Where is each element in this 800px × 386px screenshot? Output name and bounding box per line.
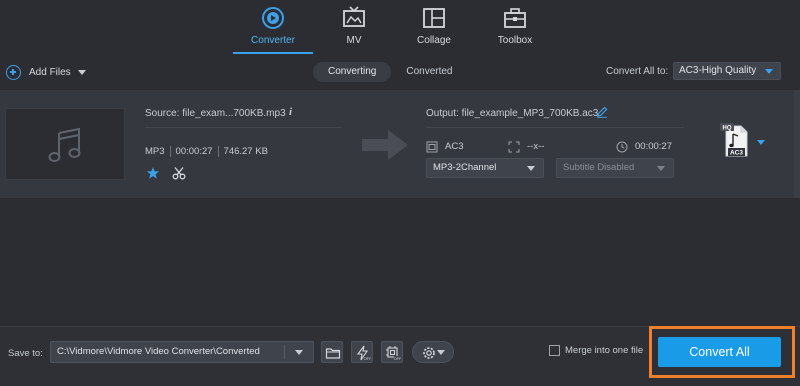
lightning-off-icon: OFF <box>356 345 371 361</box>
clock-icon <box>616 141 628 153</box>
folder-icon <box>325 348 341 359</box>
toolbar: Add Files Converting Converted Convert A… <box>0 56 800 88</box>
converter-icon <box>262 7 284 29</box>
divider <box>145 127 341 128</box>
settings-button[interactable] <box>412 341 454 363</box>
merge-checkbox[interactable]: Merge into one file <box>549 345 643 356</box>
chevron-down-icon <box>527 166 535 171</box>
active-tab-indicator <box>233 52 313 54</box>
source-size: 746.27 KB <box>223 146 268 157</box>
tab-label: MV <box>346 35 362 46</box>
enhance-icon[interactable] <box>146 166 160 180</box>
cpu-off-icon: OFF <box>386 346 401 361</box>
svg-text:OFF: OFF <box>394 357 401 361</box>
source-format: MP3 <box>145 146 165 157</box>
source-meta: MP3 00:00:27 746.27 KB <box>145 146 268 157</box>
divider <box>284 345 285 359</box>
source-duration: 00:00:27 <box>175 146 213 157</box>
merge-label: Merge into one file <box>565 345 644 356</box>
tab-mv[interactable]: MV <box>314 0 394 56</box>
output-format-value: AC3-High Quality <box>679 65 757 76</box>
tab-converted[interactable]: Converted <box>391 62 467 82</box>
music-note-icon <box>48 127 81 162</box>
tab-converter[interactable]: Converter <box>233 0 313 56</box>
resolution-icon <box>508 141 520 153</box>
scissors-icon[interactable] <box>172 166 186 180</box>
convert-all-button[interactable]: Convert All <box>658 337 781 367</box>
save-to-label: Save to: <box>8 348 43 359</box>
chevron-down-icon <box>295 350 303 355</box>
app-window: Converter MV Collage Toolbox Add Files C… <box>0 0 800 386</box>
audio-channel-value: MP3-2Channel <box>433 162 497 173</box>
divider <box>169 146 171 157</box>
edit-icon[interactable] <box>596 106 608 118</box>
divider <box>217 146 219 157</box>
audio-channel-select[interactable]: MP3-2Channel <box>426 158 544 178</box>
tab-label: Collage <box>417 35 451 46</box>
divider <box>426 127 684 128</box>
tab-toolbox[interactable]: Toolbox <box>475 0 555 56</box>
add-files-label: Add Files <box>29 66 71 78</box>
output-filename: Output: file_example_MP3_700KB.ac3 <box>426 108 599 119</box>
tab-label: Converter <box>251 35 295 46</box>
toolbox-icon <box>504 8 526 28</box>
add-files-button[interactable]: Add Files <box>6 64 86 80</box>
output-resolution: --x-- <box>527 141 545 152</box>
file-thumbnail[interactable] <box>5 108 125 180</box>
hq-badge: HQ <box>720 123 734 131</box>
file-item-row: Source: file_exam...700KB.mp3 i MP3 00:0… <box>0 90 800 198</box>
chevron-down-icon <box>657 166 665 171</box>
tv-icon <box>343 6 365 27</box>
subtitle-value: Subtitle Disabled <box>563 162 635 173</box>
convert-all-to-label: Convert All to: <box>606 66 669 77</box>
tab-collage[interactable]: Collage <box>394 0 474 56</box>
open-folder-button[interactable] <box>321 341 343 363</box>
arrow-right-icon <box>362 130 408 160</box>
hq-badge-text: HQ <box>723 125 732 131</box>
tab-label: Toolbox <box>497 35 533 46</box>
subtitle-select[interactable]: Subtitle Disabled <box>556 158 674 178</box>
collage-icon <box>423 8 445 28</box>
file-actions <box>146 166 186 180</box>
chevron-down-icon[interactable] <box>757 140 765 145</box>
gpu-acceleration-button[interactable]: OFF <box>381 341 403 363</box>
chevron-down-icon <box>765 69 773 74</box>
svg-text:OFF: OFF <box>364 357 371 361</box>
save-path-select[interactable]: C:\Vidmore\Vidmore Video Converter\Conve… <box>50 341 314 363</box>
gear-icon <box>423 347 435 359</box>
output-format-select[interactable]: AC3-High Quality <box>673 62 781 80</box>
top-navigation: Converter MV Collage Toolbox <box>0 0 800 56</box>
source-filename: Source: file_exam...700KB.mp3 <box>145 108 286 119</box>
checkbox[interactable] <box>549 345 560 356</box>
scrollbar[interactable] <box>794 90 800 198</box>
tab-converting[interactable]: Converting <box>313 62 392 82</box>
status-tabs: Converting Converted <box>313 62 468 82</box>
info-icon[interactable]: i <box>289 106 292 118</box>
output-duration: 00:00:27 <box>635 141 672 152</box>
audio-format-icon <box>426 141 438 153</box>
add-icon <box>6 64 21 80</box>
hardware-acceleration-button[interactable]: OFF <box>351 341 373 363</box>
output-format: AC3 <box>445 141 464 152</box>
chevron-down-icon[interactable] <box>77 69 86 75</box>
chevron-down-icon <box>437 350 445 355</box>
format-badge-text: AC3 <box>730 150 743 157</box>
save-path-value: C:\Vidmore\Vidmore Video Converter\Conve… <box>57 346 260 357</box>
